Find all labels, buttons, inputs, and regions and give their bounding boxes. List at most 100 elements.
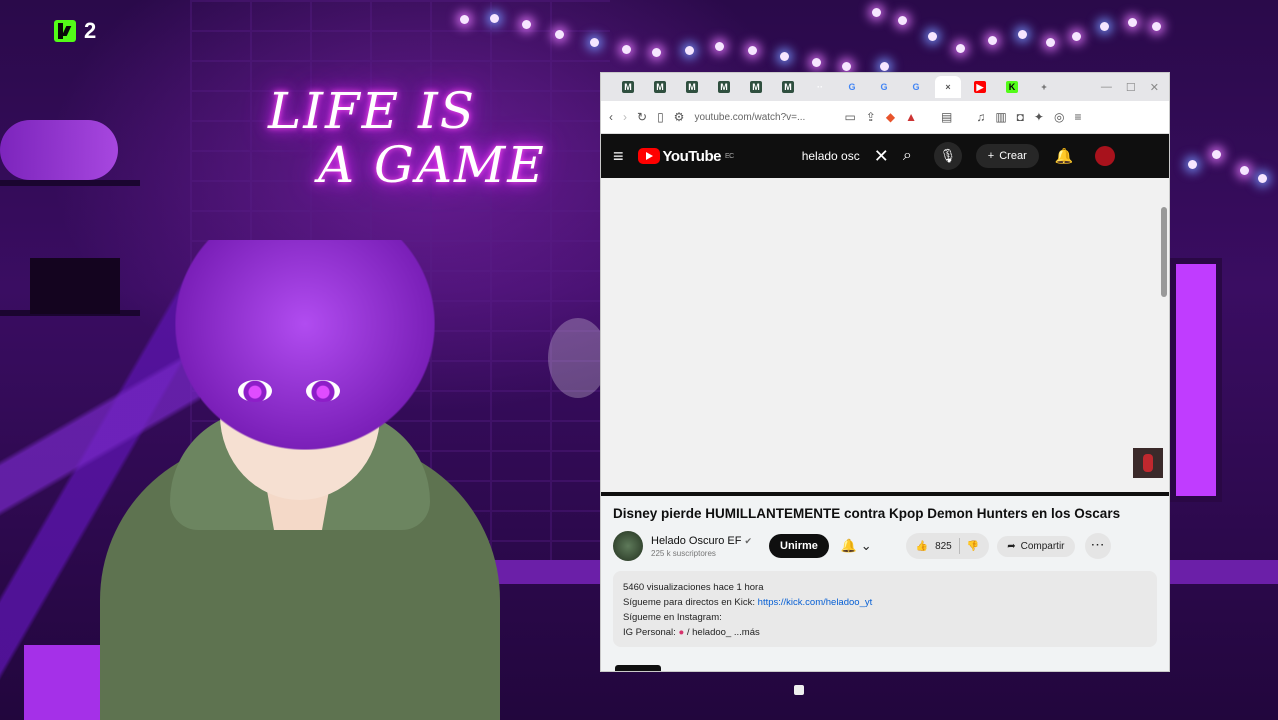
site-info-icon[interactable]: ⚙: [674, 110, 685, 124]
channel-name-text[interactable]: Helado Oscuro EF: [651, 535, 741, 547]
kick-icon: K: [1006, 81, 1018, 93]
description-line3: IG Personal: ● / heladoo_ ...más: [623, 625, 1147, 640]
kick-counter: 2: [54, 18, 96, 44]
account-avatar[interactable]: [1095, 146, 1116, 166]
subscriber-count: 225 k suscriptores: [651, 548, 716, 558]
join-button[interactable]: Unirme: [769, 534, 829, 558]
close-icon: ×: [945, 82, 951, 92]
fairy-light-bulb: [652, 48, 661, 57]
bookmark-icon[interactable]: ▯: [657, 110, 664, 124]
share-button[interactable]: ➦ Compartir: [997, 535, 1075, 557]
fairy-light-bulb: [748, 46, 757, 55]
browser-tab[interactable]: ×: [935, 76, 961, 98]
tab-bar: M M M M M M ·· G G G × ▶ K + — ☐ ✕: [601, 73, 1169, 101]
like-dislike-group: 👍 825 👎: [905, 533, 990, 559]
generic-tab-icon: M: [718, 81, 730, 93]
browser-tab[interactable]: G: [871, 76, 897, 98]
search-input[interactable]: helado osc: [802, 149, 860, 163]
sidebar-icon[interactable]: ▥: [995, 110, 1006, 124]
shield-icon[interactable]: ◆: [886, 110, 895, 124]
vpn-icon[interactable]: ◎: [1054, 110, 1064, 124]
browser-tab[interactable]: M: [647, 76, 673, 98]
close-window-icon[interactable]: ✕: [1150, 81, 1159, 94]
subscription-bell-icon[interactable]: 🔔 ⌄: [841, 538, 872, 554]
cast-icon[interactable]: ▭: [844, 110, 855, 124]
dots-icon: ··: [817, 82, 823, 92]
fairy-light-bulb: [872, 8, 881, 17]
kick-link[interactable]: https://kick.com/heladoo_yt: [758, 597, 873, 608]
browser-tab[interactable]: +: [1031, 76, 1057, 98]
fairy-light-bulb: [685, 46, 694, 55]
fairy-light-bulb: [988, 36, 997, 45]
bottom-tab-indicator: [615, 665, 661, 671]
right-eye: [306, 380, 340, 402]
menu-icon[interactable]: ≡: [1074, 110, 1081, 124]
page-scrollbar[interactable]: [1161, 207, 1167, 297]
share-page-icon[interactable]: ⇪: [866, 110, 876, 124]
like-icon[interactable]: 👍: [916, 541, 928, 552]
more-actions-icon[interactable]: ⋯: [1084, 533, 1111, 559]
channel-name[interactable]: Helado Oscuro EF ✔: [651, 535, 769, 547]
forward-icon[interactable]: ›: [623, 110, 627, 124]
browser-tab[interactable]: M: [615, 76, 641, 98]
google-icon: G: [880, 82, 888, 92]
instagram-handle[interactable]: / heladoo_: [687, 627, 731, 638]
show-more-link[interactable]: ...más: [734, 627, 760, 638]
channel-avatar[interactable]: [613, 531, 643, 561]
generic-tab-icon: M: [750, 81, 762, 93]
search-box[interactable]: helado osc ✕ ⌕: [802, 146, 912, 167]
left-eye: [238, 380, 272, 402]
fairy-light-bulb: [928, 32, 937, 41]
url-field[interactable]: youtube.com/watch?v=...: [694, 112, 834, 123]
music-icon[interactable]: ♫: [976, 110, 985, 124]
neon-sign-line1: LIFE IS: [268, 82, 477, 140]
fairy-light-bulb: [956, 44, 965, 53]
dislike-icon[interactable]: 👎: [967, 541, 979, 552]
browser-tab[interactable]: G: [903, 76, 929, 98]
fairy-light-bulb: [460, 15, 469, 24]
like-count[interactable]: 825: [935, 541, 952, 552]
description-line1-text: Sígueme para directos en Kick:: [623, 597, 758, 608]
side-monitor: [1170, 258, 1222, 502]
browser-tab[interactable]: M: [679, 76, 705, 98]
extensions-icon[interactable]: ✦: [1034, 110, 1044, 124]
browser-tab[interactable]: K: [999, 76, 1025, 98]
shelf-board: [0, 180, 140, 186]
browser-tab[interactable]: ··: [807, 76, 833, 98]
reader-icon[interactable]: ▤: [941, 110, 952, 124]
video-description[interactable]: 5460 visualizaciones hace 1 hora Sígueme…: [613, 571, 1157, 647]
generic-tab-icon: M: [686, 81, 698, 93]
create-button[interactable]: + Crear: [975, 144, 1039, 168]
microphone-icon[interactable]: 🎙: [933, 142, 962, 170]
back-icon[interactable]: ‹: [609, 110, 613, 124]
browser-tab[interactable]: M: [743, 76, 769, 98]
clear-search-icon[interactable]: ✕: [874, 146, 889, 167]
notifications-icon[interactable]: 🔔: [1055, 147, 1074, 165]
neon-sign-line2: A GAME: [318, 136, 546, 194]
plus-icon: +: [987, 150, 995, 162]
google-icon: G: [912, 82, 920, 92]
maximize-icon[interactable]: ☐: [1126, 81, 1136, 94]
fairy-light-bulb: [590, 38, 599, 47]
lamp: [548, 318, 608, 398]
fairy-light-bulb: [1018, 30, 1027, 39]
browser-tab[interactable]: ▶: [967, 76, 993, 98]
mini-thumbnail: [1133, 448, 1163, 478]
video-player[interactable]: [601, 178, 1169, 496]
description-line2: Sígueme en Instagram:: [623, 612, 722, 623]
share-label: Compartir: [1020, 540, 1065, 552]
search-icon[interactable]: ⌕: [903, 147, 912, 165]
channel-info: Helado Oscuro EF ✔ 225 k suscriptores: [651, 535, 769, 558]
browser-tab[interactable]: G: [839, 76, 865, 98]
youtube-logo[interactable]: YouTube EC: [637, 148, 734, 165]
browser-tab[interactable]: M: [775, 76, 801, 98]
camera-icon[interactable]: ◘: [1017, 110, 1024, 124]
rewards-icon[interactable]: ▲: [905, 110, 917, 124]
hamburger-icon[interactable]: ≡: [613, 146, 624, 167]
minimize-icon[interactable]: —: [1101, 81, 1112, 94]
fairy-light-bulb: [1100, 22, 1109, 31]
browser-tab[interactable]: M: [711, 76, 737, 98]
reload-icon[interactable]: ↻: [637, 110, 647, 124]
address-bar: ‹ › ↻ ▯ ⚙ youtube.com/watch?v=... ▭ ⇪ ◆ …: [601, 101, 1169, 134]
fairy-light-bulb: [898, 16, 907, 25]
